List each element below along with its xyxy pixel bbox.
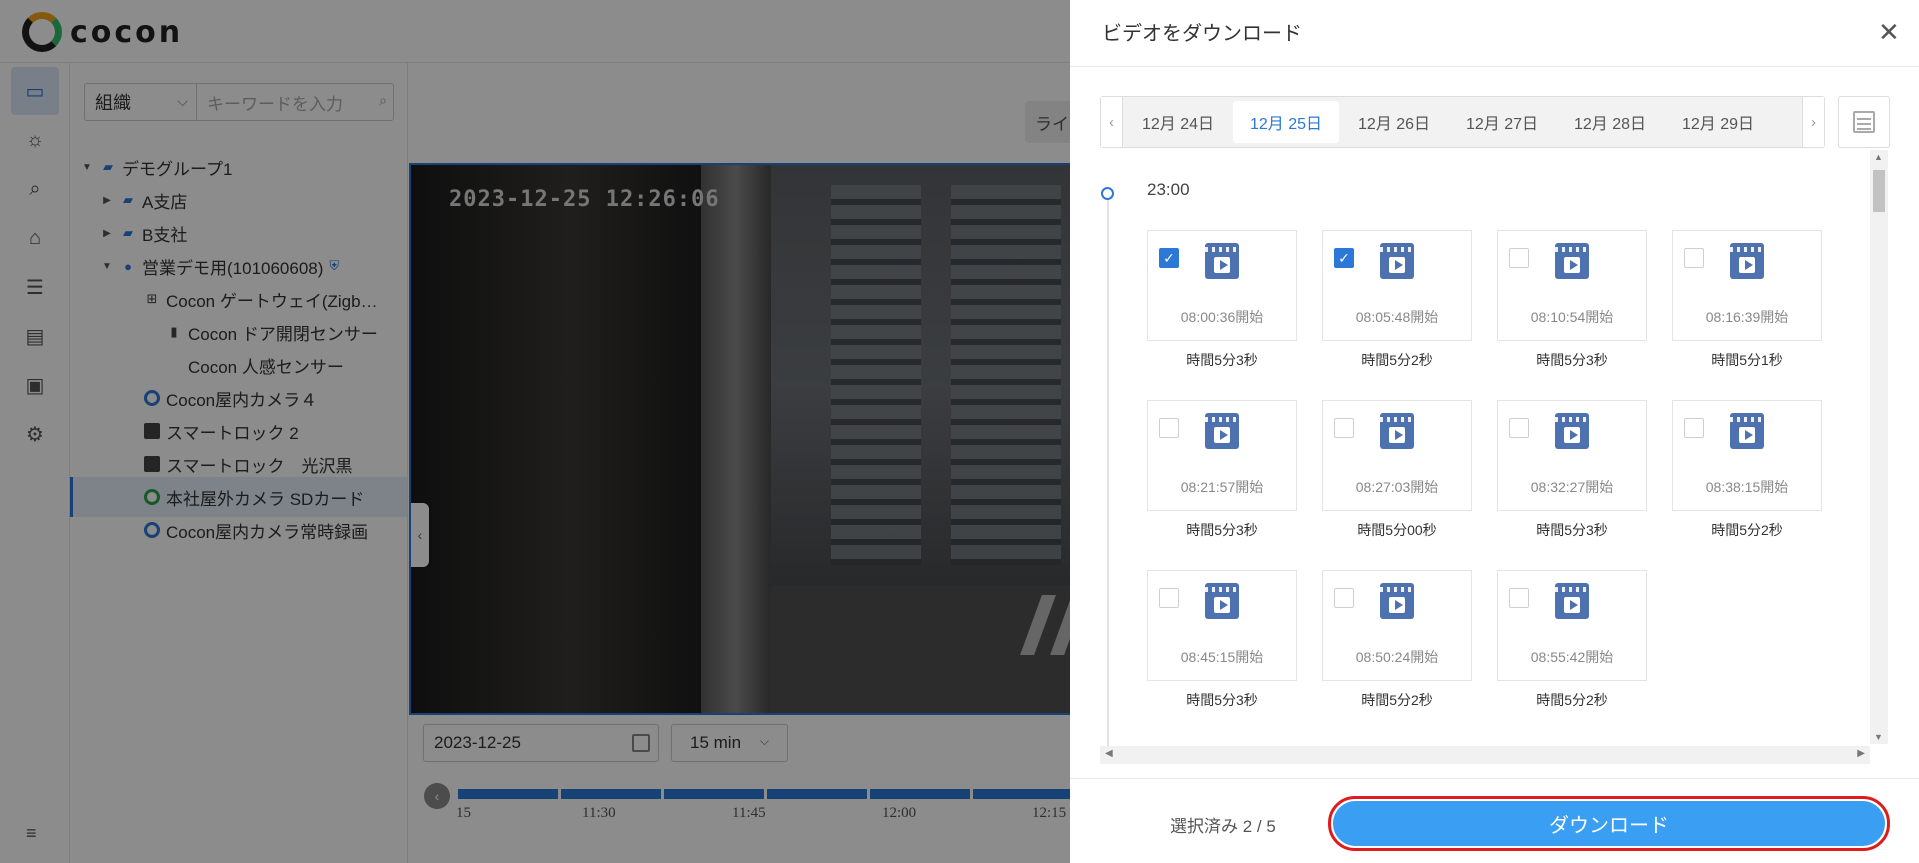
clip-checkbox[interactable] <box>1159 418 1179 438</box>
drawer-title: ビデオをダウンロード <box>1102 23 1302 45</box>
hour-label: 23:00 <box>1147 180 1190 199</box>
scroll-up-icon[interactable]: ▲ <box>1874 152 1883 162</box>
clip-checkbox[interactable] <box>1159 588 1179 608</box>
video-file-icon <box>1730 243 1764 279</box>
date-tabs: ‹ 12月 24日 12月 25日 12月 26日 12月 27日 12月 28… <box>1100 96 1825 148</box>
divider <box>1070 778 1919 779</box>
clip-card[interactable]: 08:45:15開始 <box>1147 570 1297 681</box>
modal-overlay[interactable] <box>0 0 1070 863</box>
video-file-icon <box>1555 243 1589 279</box>
vertical-scrollbar[interactable]: ▲ ▼ <box>1870 150 1888 744</box>
clip-list: 23:00 ✓ 08:00:36開始 時間5分3秒 ✓ 08:05:48開始 時間5分2秒… <box>1100 150 1874 760</box>
calendar-icon <box>1853 111 1875 133</box>
clip-start-time: 08:50:24開始 <box>1355 649 1439 665</box>
scroll-right-icon[interactable]: ▶ <box>1857 748 1865 759</box>
clip-start-time: 08:21:57開始 <box>1180 479 1264 495</box>
calendar-button[interactable] <box>1838 96 1890 148</box>
date-tab[interactable]: 12月 26日 <box>1341 101 1447 143</box>
clip-checkbox[interactable] <box>1684 418 1704 438</box>
clip-duration: 時間5分3秒 <box>1536 352 1608 368</box>
clip-card[interactable]: 08:16:39開始 <box>1672 230 1822 341</box>
date-next-button[interactable]: › <box>1802 97 1824 147</box>
download-button[interactable]: ダウンロード <box>1328 796 1890 851</box>
video-file-icon <box>1205 243 1239 279</box>
clip-duration: 時間5分1秒 <box>1711 352 1783 368</box>
clip-duration: 時間5分3秒 <box>1536 522 1608 538</box>
clip-start-time: 08:45:15開始 <box>1180 649 1264 665</box>
date-tab-active[interactable]: 12月 25日 <box>1233 101 1339 143</box>
horizontal-scrollbar[interactable]: ◀ ▶ <box>1100 746 1870 764</box>
video-file-icon <box>1205 413 1239 449</box>
clip-checkbox[interactable]: ✓ <box>1334 248 1354 268</box>
clip-duration: 時間5分3秒 <box>1186 352 1258 368</box>
video-file-icon <box>1380 243 1414 279</box>
clip-checkbox[interactable]: ✓ <box>1159 248 1179 268</box>
clip-checkbox[interactable] <box>1334 418 1354 438</box>
clip-start-time: 08:27:03開始 <box>1355 479 1439 495</box>
clip-duration: 時間5分2秒 <box>1361 352 1433 368</box>
video-file-icon <box>1555 583 1589 619</box>
clip-duration: 時間5分3秒 <box>1186 522 1258 538</box>
video-file-icon <box>1555 413 1589 449</box>
clip-checkbox[interactable] <box>1509 588 1529 608</box>
scrollbar-thumb[interactable] <box>1873 170 1885 212</box>
clip-start-time: 08:05:48開始 <box>1355 309 1439 325</box>
clip-card[interactable]: 08:10:54開始 <box>1497 230 1647 341</box>
clip-card[interactable]: 08:55:42開始 <box>1497 570 1647 681</box>
clip-start-time: 08:16:39開始 <box>1705 309 1789 325</box>
clip-start-time: 08:38:15開始 <box>1705 479 1789 495</box>
date-tab[interactable]: 12月 29日 <box>1665 101 1771 143</box>
clip-checkbox[interactable] <box>1334 588 1354 608</box>
clip-card[interactable]: 08:32:27開始 <box>1497 400 1647 511</box>
close-icon[interactable]: ✕ <box>1878 18 1900 48</box>
video-file-icon <box>1205 583 1239 619</box>
video-file-icon <box>1730 413 1764 449</box>
clip-card[interactable]: 08:27:03開始 <box>1322 400 1472 511</box>
clip-duration: 時間5分2秒 <box>1711 522 1783 538</box>
clip-start-time: 08:55:42開始 <box>1530 649 1614 665</box>
date-tab[interactable]: 12月 27日 <box>1449 101 1555 143</box>
scroll-down-icon[interactable]: ▼ <box>1874 732 1883 742</box>
video-file-icon <box>1380 583 1414 619</box>
timeline-line <box>1107 192 1109 748</box>
date-tab[interactable]: 12月 24日 <box>1125 101 1231 143</box>
clip-checkbox[interactable] <box>1509 248 1529 268</box>
download-video-drawer: ビデオをダウンロード ✕ ‹ 12月 24日 12月 25日 12月 26日 1… <box>1070 0 1919 863</box>
clip-checkbox[interactable] <box>1684 248 1704 268</box>
date-tab[interactable]: 12月 28日 <box>1557 101 1663 143</box>
date-prev-button[interactable]: ‹ <box>1101 97 1123 147</box>
clip-checkbox[interactable] <box>1509 418 1529 438</box>
clip-start-time: 08:10:54開始 <box>1530 309 1614 325</box>
clip-duration: 時間5分2秒 <box>1536 692 1608 708</box>
clip-duration: 時間5分00秒 <box>1357 522 1437 538</box>
download-button-label: ダウンロード <box>1333 801 1885 846</box>
clip-card[interactable]: ✓ 08:00:36開始 <box>1147 230 1297 341</box>
scroll-left-icon[interactable]: ◀ <box>1105 748 1113 759</box>
clip-start-time: 08:32:27開始 <box>1530 479 1614 495</box>
clip-duration: 時間5分3秒 <box>1186 692 1258 708</box>
clip-card[interactable]: 08:21:57開始 <box>1147 400 1297 511</box>
clip-card[interactable]: ✓ 08:05:48開始 <box>1322 230 1472 341</box>
selected-count: 選択済み 2 / 5 <box>1170 817 1276 836</box>
clip-duration: 時間5分2秒 <box>1361 692 1433 708</box>
divider <box>1070 66 1919 67</box>
clip-card[interactable]: 08:50:24開始 <box>1322 570 1472 681</box>
video-file-icon <box>1380 413 1414 449</box>
clip-card[interactable]: 08:38:15開始 <box>1672 400 1822 511</box>
timeline-dot <box>1101 187 1114 200</box>
clip-start-time: 08:00:36開始 <box>1180 309 1264 325</box>
